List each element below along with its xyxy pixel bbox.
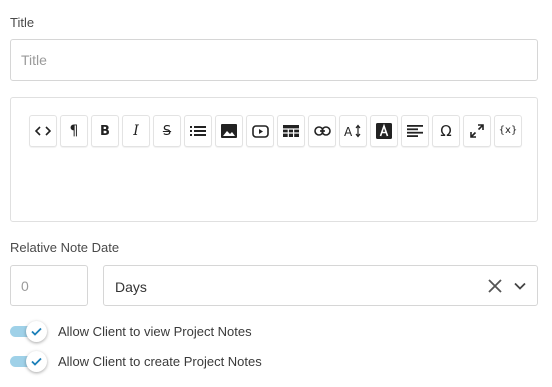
insert-image-button[interactable]: [215, 115, 243, 147]
bold-icon: B: [100, 123, 110, 139]
clear-icon[interactable]: [486, 277, 504, 295]
select-value: Days: [115, 279, 147, 295]
toggle-knob[interactable]: [26, 351, 47, 372]
list-icon: [190, 126, 206, 136]
special-chars-button[interactable]: Ω: [432, 115, 460, 147]
paragraph-button[interactable]: ¶: [60, 115, 88, 147]
font-size-button[interactable]: A: [339, 115, 367, 147]
strikethrough-icon: S: [162, 123, 172, 139]
omega-icon: Ω: [440, 121, 452, 140]
variables-button[interactable]: {x}: [494, 115, 522, 147]
relative-date-number-input[interactable]: [10, 265, 88, 306]
bold-button[interactable]: B: [91, 115, 119, 147]
code-icon: [35, 126, 51, 136]
toggle-knob[interactable]: [26, 321, 47, 342]
video-icon: [251, 124, 269, 138]
rich-text-editor[interactable]: ¶ B I S A Ω {x}: [10, 97, 538, 222]
paragraph-icon: ¶: [69, 123, 79, 139]
fullscreen-icon: [470, 124, 484, 138]
align-left-icon: [407, 125, 423, 137]
insert-link-button[interactable]: [308, 115, 336, 147]
italic-icon: I: [133, 123, 139, 139]
svg-text:A: A: [344, 125, 353, 138]
link-icon: [313, 126, 331, 136]
italic-button[interactable]: I: [122, 115, 150, 147]
font-color-icon: [376, 123, 392, 139]
bulleted-list-button[interactable]: [184, 115, 212, 147]
relative-note-date-label: Relative Note Date: [10, 240, 120, 255]
font-color-button[interactable]: [370, 115, 398, 147]
check-icon: [31, 327, 42, 336]
insert-video-button[interactable]: [246, 115, 274, 147]
strikethrough-button[interactable]: S: [153, 115, 181, 147]
table-icon: [283, 125, 299, 137]
variable-icon: {x}: [498, 125, 518, 136]
title-label: Title: [10, 15, 35, 30]
code-view-button[interactable]: [29, 115, 57, 147]
font-size-icon: A: [344, 124, 361, 138]
chevron-down-icon[interactable]: [513, 279, 527, 293]
toggle-label: Allow Client to view Project Notes: [58, 324, 252, 339]
insert-table-button[interactable]: [277, 115, 305, 147]
check-icon: [31, 357, 42, 366]
toggle-label: Allow Client to create Project Notes: [58, 354, 262, 369]
align-button[interactable]: [401, 115, 429, 147]
image-icon: [221, 124, 237, 138]
title-input[interactable]: [10, 39, 538, 81]
fullscreen-button[interactable]: [463, 115, 491, 147]
editor-toolbar: ¶ B I S A Ω {x}: [29, 115, 522, 147]
relative-date-unit-select[interactable]: Days: [103, 265, 538, 306]
